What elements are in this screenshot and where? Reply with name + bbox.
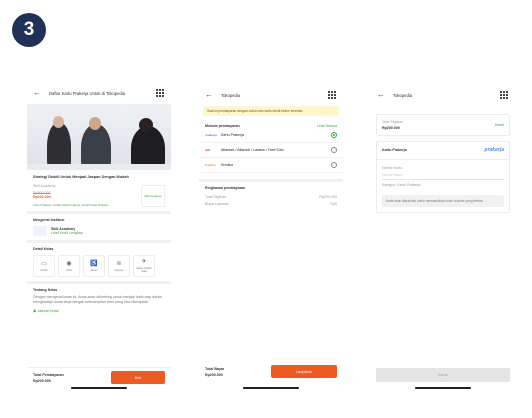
course-header: ← Daftar Kartu Prakerja Untuk di Tokoped… — [27, 82, 171, 104]
alfamart-logo-icon: alfa — [205, 148, 211, 153]
payment-notice: Saat ini pembayaran dengan cicilan dan k… — [203, 106, 339, 117]
feature-access: ♿ Akses — [83, 255, 105, 277]
back-arrow-icon[interactable]: ← — [205, 91, 213, 99]
radio-unselected[interactable] — [331, 162, 337, 169]
prakerja-card-title: Kartu Prakerja — [382, 148, 407, 152]
prakerja-card: Kartu Prakerja prakerja Nomor Kartu Nomo… — [376, 141, 510, 214]
institution-heading: Mengenal Institusi — [33, 218, 65, 222]
payment-header-title: Tokopedia — [221, 92, 241, 98]
total-payment-value: Rp200.000 — [33, 378, 51, 383]
card-number-label: Nomor Kartu — [382, 166, 403, 170]
menu-grid-icon[interactable] — [500, 90, 509, 100]
payment-method-prakerja[interactable]: prakerja Kartu Prakerja — [199, 128, 343, 144]
back-arrow-icon[interactable]: ← — [33, 89, 41, 97]
course-detail-screen: ← Daftar Kartu Prakerja Untuk di Tokoped… — [27, 82, 171, 392]
back-arrow-icon[interactable]: ← — [377, 91, 385, 99]
menu-grid-icon[interactable] — [156, 88, 165, 98]
buy-button[interactable]: Beli — [111, 371, 165, 384]
provider-badge: Skill Academy — [141, 185, 165, 207]
total-pay-label: Total Bayar — [205, 366, 225, 371]
radio-unselected[interactable] — [331, 147, 337, 154]
accessibility-icon: ♿ — [90, 260, 98, 267]
voucher-hint: Anda akan diarahkan untuk memasukkan kod… — [382, 195, 504, 208]
payment-method-screen: ← Tokopedia Saat ini pembayaran dengan c… — [199, 82, 343, 392]
card-number-input[interactable]: Nomor Kartu — [382, 173, 504, 180]
feature-online: ▭ Online — [33, 255, 55, 277]
prakerja-logo: prakerja — [484, 147, 504, 153]
radio-selected[interactable] — [331, 132, 337, 139]
payment-methods-heading: Metode pembayaran — [205, 124, 240, 129]
kredivo-logo-icon: kredivo — [205, 163, 216, 168]
home-indicator — [415, 387, 471, 389]
payment-method-alfamart[interactable]: alfa Alfamart / Alfamidi / Lawson / Dan+D… — [199, 143, 343, 159]
detail-link[interactable]: Detail — [495, 123, 504, 127]
institution-profile-link[interactable]: Lihat Profil Lengkap — [51, 231, 83, 235]
feature-internet: ≋ Internet — [108, 255, 130, 277]
class-detail-heading: Detail Kelas — [33, 247, 54, 251]
wifi-icon: ≋ — [116, 260, 122, 267]
continue-button[interactable]: Lanjutkan — [271, 365, 337, 378]
prakerja-payment-screen: ← Tokopedia Total Tagihan Rp200.000 Deta… — [371, 82, 515, 392]
institution-logo — [33, 226, 47, 236]
bill-label: Total Tagihan — [382, 120, 404, 124]
home-indicator — [243, 387, 299, 389]
home-indicator — [71, 387, 127, 389]
pay-button[interactable]: Bayar — [376, 368, 510, 382]
fee-label: Biaya Layanan — [205, 202, 229, 207]
about-text: Dengan mengenal kelas ini, Anda akan dib… — [33, 295, 163, 305]
total-pay-value: Rp200.000 — [205, 372, 223, 377]
see-all-link[interactable]: Lihat Semua — [317, 124, 337, 128]
course-hero-image — [27, 104, 171, 170]
category-label: Kategori: Kartu Prakerja — [382, 183, 421, 187]
bill-value: Rp200.000 — [319, 195, 337, 200]
prakerja-logo-icon: prakerja — [205, 133, 217, 138]
course-title: Strategi Diskill Untuk Menjadi Jaspan De… — [33, 175, 129, 179]
feature-video: ◉ Video — [58, 255, 80, 277]
schedule-link[interactable]: ▣ Jadwal Kelas — [33, 309, 165, 313]
bill-card: Total Tagihan Rp200.000 Detail — [376, 114, 510, 136]
monitor-icon: ▭ — [41, 260, 47, 267]
about-heading: Tentang Kelas — [33, 288, 58, 292]
plane-icon: ✈ — [141, 259, 147, 265]
total-payment-label: Total Pembayaran — [33, 372, 64, 377]
feature-anytime: ✈ Akses Kapan Saja — [133, 255, 155, 277]
course-header-title: Daftar Kartu Prakerja Untuk di Tokopedia — [49, 90, 126, 96]
bill-label: Total Tagihan — [205, 195, 227, 200]
summary-heading: Ringkasan pembayaran — [205, 186, 246, 191]
payment-method-kredivo[interactable]: kredivo Kredivo — [199, 158, 343, 174]
fee-value: Rp0 — [330, 202, 337, 207]
payment-header-title: Tokopedia — [393, 92, 413, 98]
bill-value: Rp200.000 — [382, 126, 400, 130]
step-number-badge: 3 — [12, 13, 46, 47]
video-icon: ◉ — [66, 260, 72, 267]
class-feature-list: ▭ Online ◉ Video ♿ Akses ≋ Internet ✈ Akses K… — [33, 255, 165, 277]
menu-grid-icon[interactable] — [328, 90, 337, 100]
